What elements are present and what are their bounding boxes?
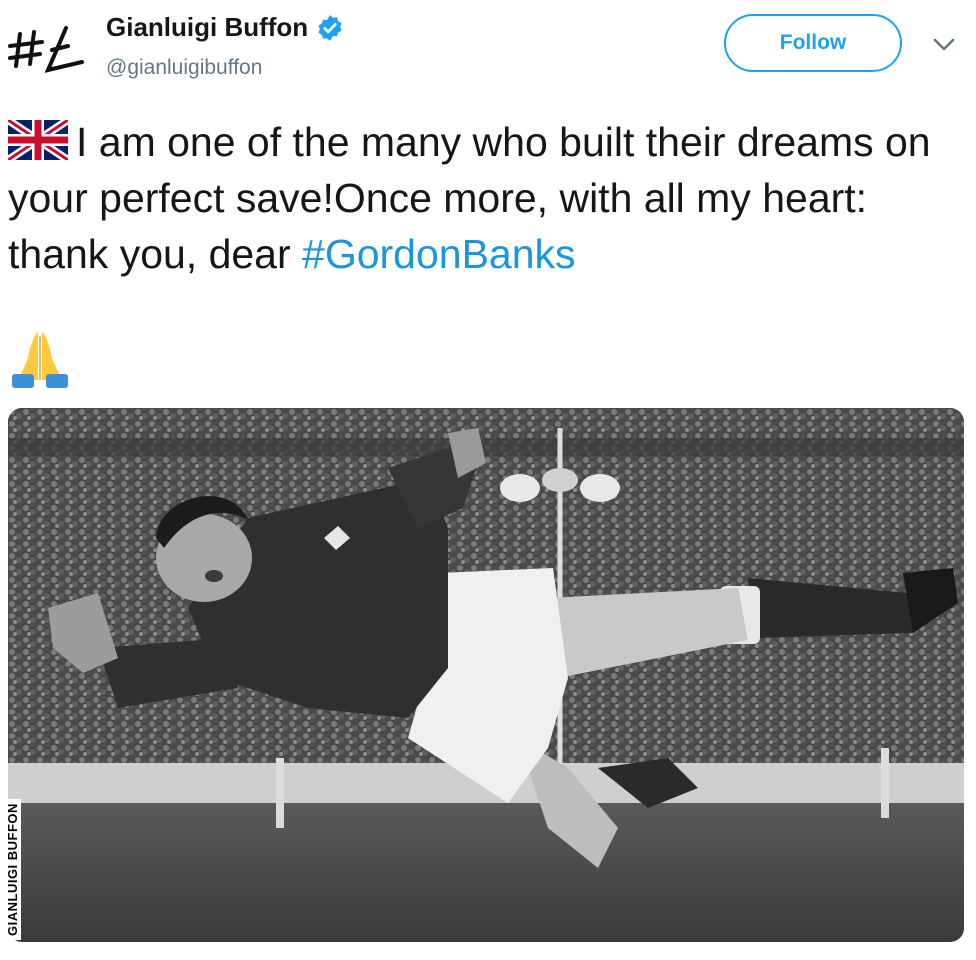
chevron-down-icon[interactable]: [930, 34, 958, 56]
follow-button[interactable]: Follow: [724, 14, 902, 72]
verified-badge-icon: [318, 14, 342, 41]
folded-hands-emoji-icon: [12, 332, 68, 388]
hashtag-link[interactable]: #GordonBanks: [302, 231, 576, 277]
tweet-photo[interactable]: [8, 408, 964, 942]
gl-signature-logo-icon[interactable]: [8, 22, 90, 78]
uk-flag-emoji-icon: [8, 120, 68, 160]
display-name[interactable]: Gianluigi Buffon: [106, 12, 308, 43]
goalkeeper-diving-photo-icon: [8, 408, 964, 942]
tweet-text: I am one of the many who built their dre…: [8, 114, 968, 282]
photo-credit: GIANLUIGI BUFFON: [4, 799, 21, 940]
user-handle[interactable]: @gianluigibuffon: [106, 56, 262, 80]
tweet-header: Gianluigi Buffon @gianluigibuffon Follow: [0, 0, 976, 100]
user-name-row: Gianluigi Buffon: [106, 12, 344, 43]
